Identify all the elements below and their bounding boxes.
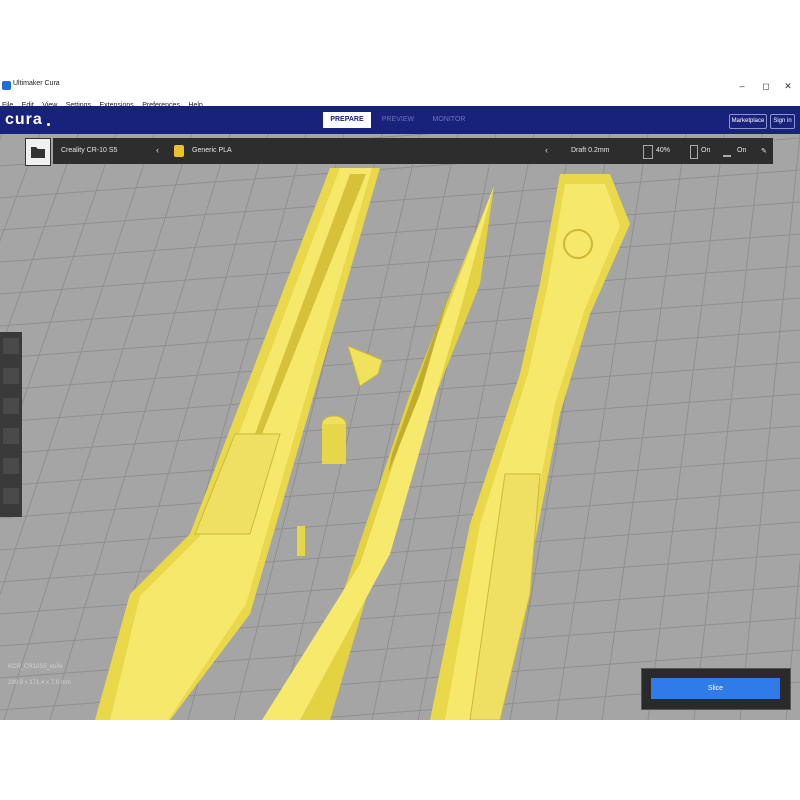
window-title: Ultimaker Cura: [13, 80, 60, 87]
window-titlebar: Ultimaker Cura – ◻ ✕: [0, 78, 800, 94]
slice-panel: Slice: [641, 668, 791, 710]
support-blocker-icon[interactable]: [3, 488, 19, 504]
mirror-tool-icon[interactable]: [3, 428, 19, 444]
tab-preview[interactable]: PREVIEW: [376, 112, 420, 128]
print-setup-toolbar: Creality CR-10 S5 ‹ Generic PLA ‹ Draft …: [53, 138, 773, 164]
slice-button[interactable]: Slice: [651, 678, 780, 699]
cura-logo: cura: [5, 111, 43, 128]
edit-settings-icon[interactable]: ✎: [761, 147, 767, 155]
rotate-tool-icon[interactable]: [3, 398, 19, 414]
transform-toolbar: [0, 332, 22, 517]
cura-app-icon: [2, 81, 11, 90]
tab-monitor[interactable]: MONITOR: [426, 112, 472, 128]
infill-value[interactable]: 40%: [656, 147, 670, 154]
profile-label[interactable]: Draft 0.2mm: [571, 147, 610, 154]
chevron-left-icon[interactable]: ‹: [156, 145, 159, 155]
material-spool-icon: [174, 145, 184, 157]
object-list-icons: [6, 698, 66, 708]
folder-icon: [31, 147, 45, 158]
sign-in-button[interactable]: Sign in: [770, 114, 795, 129]
infill-icon: [643, 145, 653, 159]
model-small-pin[interactable]: [297, 526, 305, 556]
close-button[interactable]: ✕: [776, 78, 800, 94]
material-selector[interactable]: Generic PLA: [192, 147, 232, 154]
support-value[interactable]: On: [701, 147, 710, 154]
scale-tool-icon[interactable]: [3, 368, 19, 384]
build-plate-viewport[interactable]: [0, 134, 800, 720]
menu-bar: File Edit View Settings Extensions Prefe…: [0, 94, 800, 109]
adhesion-value[interactable]: On: [737, 147, 746, 154]
adhesion-icon: [723, 145, 731, 157]
maximize-button[interactable]: ◻: [754, 78, 778, 94]
marketplace-button[interactable]: Marketplace: [729, 114, 767, 129]
object-name: KCR_CR10S5_knife: [8, 664, 63, 670]
printer-selector[interactable]: Creality CR-10 S5: [61, 147, 117, 154]
open-file-button[interactable]: [25, 138, 51, 166]
logo-dot: [47, 123, 50, 126]
model-small-cylinder-body[interactable]: [322, 424, 346, 464]
cura-app: cura PREPARE PREVIEW MONITOR Marketplace…: [0, 106, 800, 720]
minimize-button[interactable]: –: [730, 78, 754, 94]
chevron-left-icon-2[interactable]: ‹: [545, 145, 548, 155]
per-model-settings-icon[interactable]: [3, 458, 19, 474]
object-dimensions: 299.9 x 171.4 x 7.0 mm: [8, 680, 71, 686]
app-header: cura PREPARE PREVIEW MONITOR Marketplace…: [0, 106, 800, 134]
support-icon: [690, 145, 698, 159]
tab-prepare[interactable]: PREPARE: [323, 112, 371, 128]
move-tool-icon[interactable]: [3, 338, 19, 354]
